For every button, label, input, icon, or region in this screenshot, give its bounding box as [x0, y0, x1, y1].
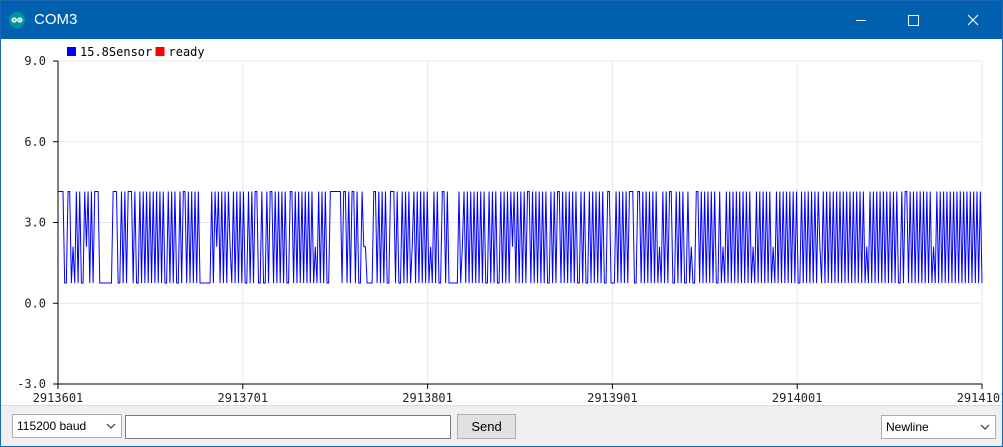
x-tick-label: 2914001	[772, 391, 823, 405]
baud-rate-value: 115200 baud	[17, 419, 87, 433]
close-button[interactable]	[950, 1, 996, 39]
baud-rate-select[interactable]: 115200 baud	[12, 414, 122, 438]
maximize-icon	[908, 15, 919, 26]
x-tick-label: 2914101	[957, 391, 1002, 405]
y-tick-label: -3.0	[17, 377, 46, 391]
y-tick-label: 3.0	[24, 216, 46, 230]
legend-label: 15.8Sensor	[80, 45, 152, 59]
bottom-toolbar: 115200 baud Send Newline	[1, 405, 1002, 446]
series-line-sensor	[58, 191, 983, 284]
legend: 15.8Sensor ready	[67, 45, 205, 59]
legend-swatch	[67, 47, 76, 56]
chevron-down-icon	[106, 423, 116, 429]
line-ending-value: Newline	[886, 420, 929, 434]
minimize-icon	[856, 20, 866, 21]
maximize-button[interactable]	[890, 1, 936, 39]
series-lines	[58, 191, 983, 284]
send-button[interactable]: Send	[457, 414, 516, 439]
y-axis-ticks: 9.0 6.0 3.0 0.0 -3.0	[17, 54, 58, 391]
y-tick-label: 6.0	[24, 135, 46, 149]
close-icon	[967, 14, 979, 26]
line-ending-select[interactable]: Newline	[881, 415, 996, 439]
x-axis-ticks: 2913601 2913701 2913801 2913901 2914001 29141…	[33, 384, 1002, 405]
x-tick-label: 2913801	[402, 391, 453, 405]
plot-area: 9.06.03.00.0-3.0 2913601 2913701 2913801 29…	[17, 45, 1002, 405]
legend-label: ready	[169, 45, 205, 59]
serial-plotter-window: COM3 9.0 6.0 3.0 0.0 -3.0 2913601 2913701 2913…	[0, 0, 1003, 447]
y-tick-label: 0.0	[24, 296, 46, 310]
x-tick-label: 2913601	[33, 391, 84, 405]
y-tick-label: 9.0	[24, 54, 46, 68]
title-bar[interactable]: COM3	[1, 1, 1002, 39]
x-tick-label: 2913701	[218, 391, 269, 405]
chevron-down-icon	[980, 424, 990, 430]
serial-input[interactable]	[125, 415, 451, 439]
minimize-button[interactable]	[838, 1, 884, 39]
arduino-icon	[9, 12, 25, 28]
x-tick-label: 2913901	[587, 391, 638, 405]
window-title: COM3	[34, 11, 78, 28]
legend-swatch	[155, 47, 165, 56]
